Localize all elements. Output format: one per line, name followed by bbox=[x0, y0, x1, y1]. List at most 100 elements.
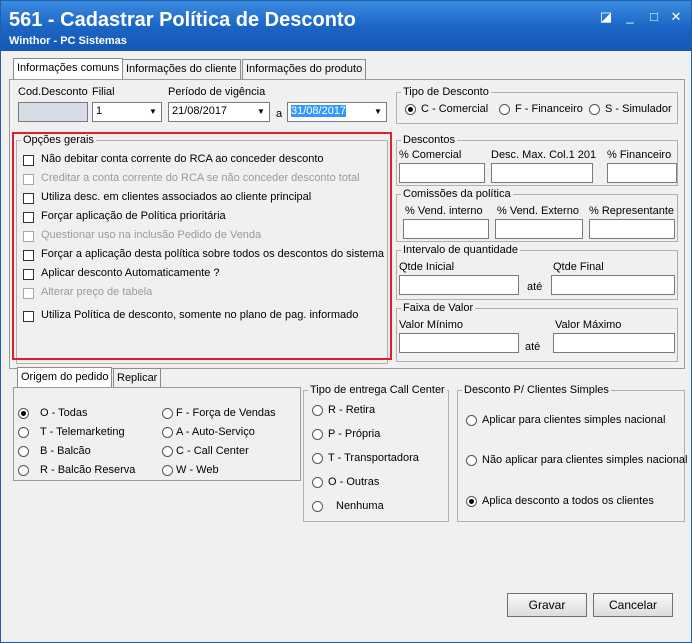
comercial-field[interactable] bbox=[399, 163, 485, 183]
desc-max-label: Desc. Max. Col.1 201 bbox=[491, 149, 597, 161]
data-inicio-field[interactable]: 21/08/2017 ▼ bbox=[168, 102, 270, 122]
radio-origem[interactable] bbox=[162, 408, 173, 419]
vend-externo-label: % Vend. Externo bbox=[497, 205, 579, 217]
minimize-icon[interactable]: _ bbox=[621, 9, 639, 25]
origem-label: T - Telemarketing bbox=[40, 426, 125, 438]
qtde-final-field[interactable] bbox=[551, 275, 675, 295]
data-fim-value: 31/08/2017 bbox=[291, 105, 347, 117]
main-window: 561 - Cadastrar Política de Desconto Win… bbox=[0, 0, 692, 643]
radio-origem[interactable] bbox=[18, 446, 29, 457]
tab-panel-comuns: Cod.Desconto Filial 1 ▼ Período de vigên… bbox=[9, 79, 685, 369]
gravar-button[interactable]: Gravar bbox=[507, 593, 587, 617]
title-bar: 561 - Cadastrar Política de Desconto Win… bbox=[1, 1, 691, 51]
entrega-label: R - Retira bbox=[328, 404, 376, 416]
window-title: 561 - Cadastrar Política de Desconto bbox=[9, 9, 356, 31]
entrega-label: P - Própria bbox=[328, 428, 381, 440]
valor-minimo-field[interactable] bbox=[399, 333, 519, 353]
data-fim-field[interactable]: 31/08/2017 ▼ bbox=[287, 102, 387, 122]
data-inicio-value: 21/08/2017 bbox=[172, 105, 228, 117]
radio-simulador-label: S - Simulador bbox=[605, 103, 672, 115]
cancelar-button[interactable]: Cancelar bbox=[593, 593, 673, 617]
descontos-title: Descontos bbox=[401, 134, 457, 146]
origem-label: O - Todas bbox=[40, 407, 88, 419]
radio-simulador[interactable] bbox=[589, 104, 600, 115]
vend-externo-field[interactable] bbox=[495, 219, 583, 239]
representante-field[interactable] bbox=[589, 219, 675, 239]
cod-desconto-label: Cod.Desconto bbox=[18, 86, 88, 98]
vend-interno-label: % Vend. interno bbox=[405, 205, 483, 217]
representante-label: % Representante bbox=[589, 205, 674, 217]
financeiro-field[interactable] bbox=[607, 163, 677, 183]
cliente-simples-label: Aplica desconto a todos os clientes bbox=[482, 495, 654, 507]
date-separator-label: a bbox=[276, 108, 283, 120]
origem-label: W - Web bbox=[176, 464, 219, 476]
cod-desconto-field[interactable] bbox=[18, 102, 88, 122]
tipo-desconto-group: Tipo de Desconto C - Comercial F - Finan… bbox=[396, 86, 678, 124]
radio-entrega[interactable] bbox=[312, 501, 323, 512]
radio-origem[interactable] bbox=[18, 465, 29, 476]
comissoes-group: Comissões da política % Vend. interno % … bbox=[396, 188, 678, 242]
origem-label: R - Balcão Reserva bbox=[40, 464, 136, 476]
highlight-box bbox=[12, 132, 392, 360]
radio-entrega[interactable] bbox=[312, 405, 323, 416]
radio-entrega[interactable] bbox=[312, 477, 323, 488]
valor-maximo-field[interactable] bbox=[553, 333, 675, 353]
intervalo-group: Intervalo de quantidade Qtde Inicial Qtd… bbox=[396, 244, 678, 300]
descontos-group: Descontos % Comercial Desc. Max. Col.1 2… bbox=[396, 134, 678, 186]
content-area: Informações comuns Informações do client… bbox=[5, 51, 689, 639]
origem-label: B - Balcão bbox=[40, 445, 91, 457]
entrega-title: Tipo de entrega Call Center bbox=[308, 384, 447, 396]
tab-informacoes-cliente[interactable]: Informações do cliente bbox=[122, 59, 241, 79]
calendar-dropdown-icon[interactable]: ▼ bbox=[370, 103, 386, 121]
maximize-icon[interactable]: □ bbox=[645, 9, 663, 25]
radio-origem[interactable] bbox=[18, 408, 29, 419]
filial-value: 1 bbox=[96, 105, 103, 117]
ate-label: até bbox=[525, 341, 541, 353]
vend-interno-field[interactable] bbox=[403, 219, 489, 239]
intervalo-title: Intervalo de quantidade bbox=[401, 244, 520, 256]
radio-comercial[interactable] bbox=[405, 104, 416, 115]
valor-maximo-label: Valor Máximo bbox=[555, 319, 622, 331]
clientes-simples-group: Desconto P/ Clientes Simples Aplicar par… bbox=[457, 384, 688, 522]
faixa-title: Faixa de Valor bbox=[401, 302, 476, 314]
origem-label: A - Auto-Serviço bbox=[176, 426, 255, 438]
calendar-dropdown-icon[interactable]: ▼ bbox=[253, 103, 269, 121]
faixa-group: Faixa de Valor Valor Mínimo Valor Máximo… bbox=[396, 302, 678, 362]
tipo-desconto-title: Tipo de Desconto bbox=[401, 86, 491, 98]
radio-financeiro-label: F - Financeiro bbox=[515, 103, 583, 115]
tab-informacoes-produto[interactable]: Informações do produto bbox=[242, 59, 367, 79]
entrega-label: Nenhuma bbox=[336, 500, 384, 512]
origem-label: F - Força de Vendas bbox=[176, 407, 276, 419]
close-icon[interactable]: ✕ bbox=[667, 9, 685, 25]
tab-replicar[interactable]: Replicar bbox=[113, 368, 162, 388]
cliente-simples-label: Não aplicar para clientes simples nacion… bbox=[482, 454, 688, 466]
radio-origem[interactable] bbox=[18, 427, 29, 438]
radio-comercial-label: C - Comercial bbox=[421, 103, 489, 115]
radio-origem[interactable] bbox=[162, 465, 173, 476]
entrega-group: Tipo de entrega Call Center R - Retira P… bbox=[303, 384, 449, 522]
radio-financeiro[interactable] bbox=[499, 104, 510, 115]
radio-origem[interactable] bbox=[162, 446, 173, 457]
ate-label: até bbox=[527, 281, 543, 293]
radio-entrega[interactable] bbox=[312, 429, 323, 440]
radio-cliente-simples[interactable] bbox=[466, 415, 477, 426]
cliente-simples-label: Aplicar para clientes simples nacional bbox=[482, 414, 666, 426]
restore-icon[interactable]: ◪ bbox=[597, 9, 615, 25]
periodo-label: Período de vigência bbox=[168, 86, 266, 98]
qtde-inicial-field[interactable] bbox=[399, 275, 519, 295]
financeiro-label: % Financeiro bbox=[607, 149, 672, 161]
window-subtitle: Winthor - PC Sistemas bbox=[9, 35, 127, 47]
radio-origem[interactable] bbox=[162, 427, 173, 438]
valor-minimo-label: Valor Mínimo bbox=[399, 319, 463, 331]
origem-panel: O - Todas T - Telemarketing B - Balcão R… bbox=[13, 387, 301, 481]
desc-max-field[interactable] bbox=[491, 163, 593, 183]
radio-cliente-simples[interactable] bbox=[466, 455, 477, 466]
tab-informacoes-comuns[interactable]: Informações comuns bbox=[13, 58, 124, 80]
chevron-down-icon[interactable]: ▼ bbox=[145, 103, 161, 121]
filial-select[interactable]: 1 ▼ bbox=[92, 102, 162, 122]
radio-cliente-simples[interactable] bbox=[466, 496, 477, 507]
qtde-inicial-label: Qtde Inicial bbox=[399, 261, 455, 273]
qtde-final-label: Qtde Final bbox=[553, 261, 604, 273]
tab-origem-pedido[interactable]: Origem do pedido bbox=[17, 367, 113, 389]
radio-entrega[interactable] bbox=[312, 453, 323, 464]
